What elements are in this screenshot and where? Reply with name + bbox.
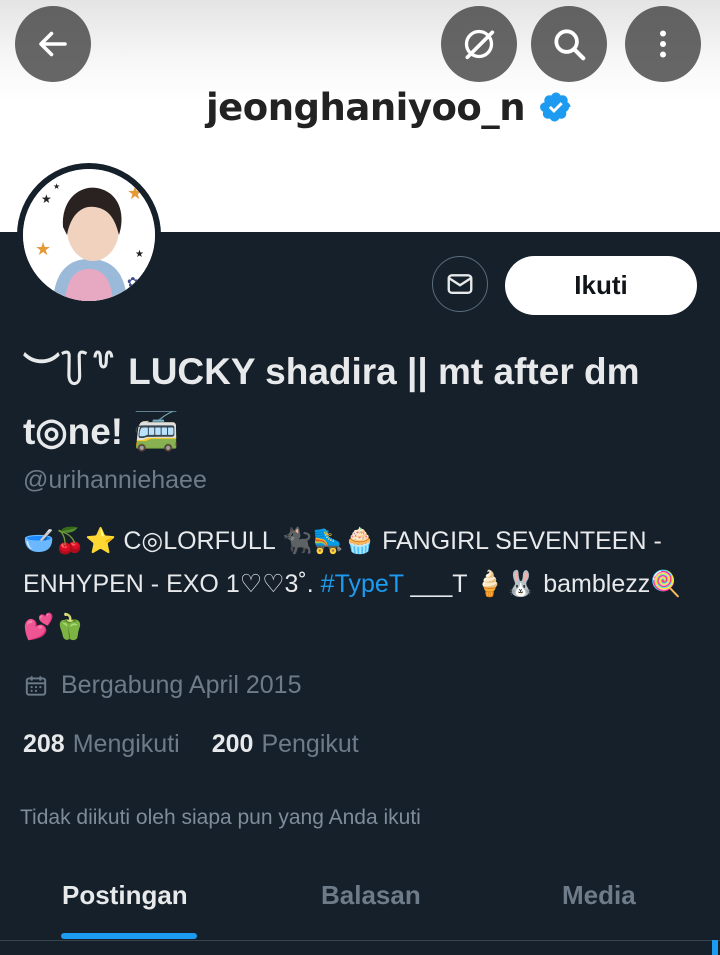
follow-stats: 208 Mengikuti 200 Pengikut — [23, 730, 359, 759]
svg-text:★: ★ — [35, 239, 51, 259]
following-link[interactable]: 208 Mengikuti — [23, 730, 180, 759]
followers-count: 200 — [211, 730, 254, 758]
following-count: 208 — [23, 730, 65, 758]
display-name: ︶꒦꒷ LUCKY shadira || mt after dm t◎ne! 🚎 — [23, 351, 640, 452]
followers-label: Pengikut — [261, 730, 359, 758]
svg-text:✿: ✿ — [127, 274, 139, 290]
avatar-photo: ★ ★ ★ ★ ✿ ★ — [23, 169, 155, 301]
grok-icon — [464, 29, 495, 60]
following-label: Mengikuti — [72, 730, 180, 758]
envelope-icon — [447, 274, 473, 294]
profile-bio: 🥣🍒⭐ C◎LORFULL 🐈‍⬛🛼🧁 FANGIRL SEVENTEEN - … — [23, 520, 703, 649]
search-icon — [554, 29, 586, 61]
message-button[interactable] — [432, 256, 488, 312]
back-arrow-icon — [39, 31, 67, 57]
verified-badge-icon — [540, 92, 571, 122]
search-button[interactable] — [531, 6, 607, 82]
banner-username: jeonghaniyoo_n — [206, 82, 573, 132]
not-followed-notice: Tidak diikuti oleh siapa pun yang Anda i… — [20, 806, 421, 829]
follow-button[interactable]: Ikuti — [505, 256, 697, 315]
profile-handle: @urihanniehaee — [23, 466, 207, 494]
tab-postingan[interactable]: Postingan — [62, 880, 188, 911]
svg-text:★: ★ — [135, 249, 144, 260]
scroll-indicator — [712, 940, 718, 955]
tab-divider — [0, 940, 720, 941]
active-tab-indicator — [61, 933, 197, 939]
banner-username-text: jeonghaniyoo_n — [206, 85, 526, 129]
back-button[interactable] — [15, 6, 91, 82]
more-button[interactable] — [625, 6, 701, 82]
svg-text:★: ★ — [127, 183, 143, 203]
avatar-container[interactable]: ★ ★ ★ ★ ✿ ★ — [17, 163, 161, 307]
calendar-icon — [25, 675, 47, 696]
grok-button[interactable] — [441, 6, 517, 82]
more-vertical-icon — [660, 30, 666, 58]
svg-text:★: ★ — [41, 192, 52, 206]
bio-hashtag-link[interactable]: #TypeT — [321, 570, 404, 598]
tab-balasan[interactable]: Balasan — [321, 880, 421, 911]
joined-date-text: Bergabung April 2015 — [61, 671, 302, 699]
tab-media[interactable]: Media — [562, 880, 636, 911]
followers-link[interactable]: 200 Pengikut — [212, 730, 359, 759]
avatar[interactable]: ★ ★ ★ ★ ✿ ★ — [23, 169, 155, 301]
svg-text:★: ★ — [53, 182, 60, 191]
joined-date: Bergabung April 2015 — [23, 671, 301, 700]
